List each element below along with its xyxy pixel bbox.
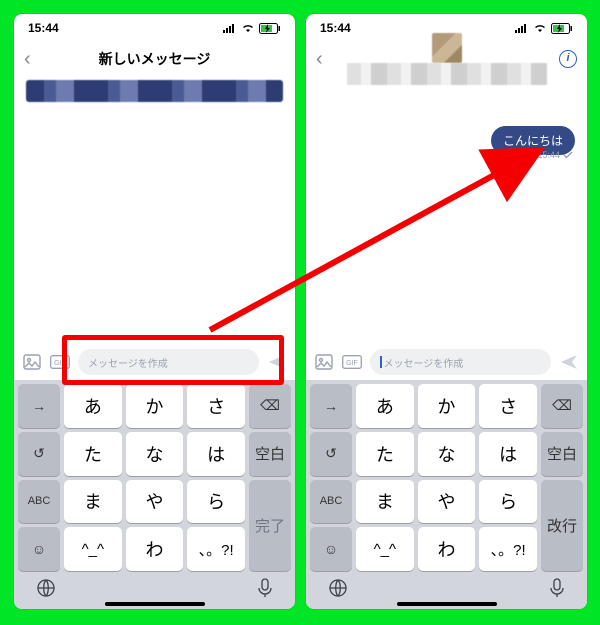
composer-row: GIF メッセージを作成: [306, 344, 587, 380]
key-kaomoji[interactable]: ^_^: [356, 527, 414, 571]
svg-text:GIF: GIF: [346, 360, 358, 367]
key-space[interactable]: 空白: [541, 432, 583, 476]
key-ha[interactable]: は: [187, 432, 245, 476]
key-a[interactable]: あ: [356, 384, 414, 428]
key-wa[interactable]: わ: [418, 527, 476, 571]
key-ra[interactable]: ら: [479, 480, 537, 524]
key-ya[interactable]: や: [418, 480, 476, 524]
key-a[interactable]: あ: [64, 384, 122, 428]
key-punct[interactable]: 、。?!: [187, 527, 245, 571]
contact-name-blur: [347, 63, 547, 85]
key-ya[interactable]: や: [126, 480, 184, 524]
image-icon[interactable]: [314, 352, 334, 372]
mic-icon[interactable]: [257, 578, 273, 603]
contact-avatar-blur: [432, 33, 462, 63]
globe-icon[interactable]: [328, 578, 348, 603]
key-ra[interactable]: ら: [187, 480, 245, 524]
image-icon[interactable]: [22, 352, 42, 372]
key-na[interactable]: な: [126, 432, 184, 476]
phone-left: 15:44 ‹ 新しいメッセージ GIF メッセージを作成 → あ: [14, 14, 295, 609]
info-button[interactable]: i: [559, 50, 577, 68]
signal-icon: [223, 23, 237, 33]
key-backspace[interactable]: ⌫: [541, 384, 583, 428]
key-kaomoji[interactable]: ^_^: [64, 527, 122, 571]
sent-message-meta: 15:44: [537, 150, 573, 160]
key-done[interactable]: 完了: [249, 480, 291, 572]
nav-title: 新しいメッセージ: [14, 49, 295, 69]
status-bar: 15:44: [14, 14, 295, 42]
key-arrow[interactable]: →: [310, 384, 352, 428]
key-abc[interactable]: ABC: [310, 480, 352, 524]
status-icons: [515, 23, 573, 34]
annotation-red-box: [62, 335, 284, 385]
battery-charging-icon: [551, 23, 573, 34]
composer-placeholder: メッセージを作成: [384, 355, 464, 370]
home-indicator[interactable]: [397, 602, 497, 606]
gif-icon[interactable]: GIF: [342, 352, 362, 372]
key-arrow[interactable]: →: [18, 384, 60, 428]
key-emoji[interactable]: ☺: [18, 527, 60, 571]
mic-icon[interactable]: [549, 578, 565, 603]
keyboard[interactable]: → あ か さ ⌫ ↺ た な は 空白 ABC ま や ら 改行 ☺ ^_^ …: [306, 380, 587, 609]
key-sa[interactable]: さ: [479, 384, 537, 428]
key-return[interactable]: 改行: [541, 480, 583, 572]
key-ka[interactable]: か: [418, 384, 476, 428]
nav-bar: ‹ 新しいメッセージ: [14, 42, 295, 76]
key-punct[interactable]: 、。?!: [479, 527, 537, 571]
key-undo[interactable]: ↺: [310, 432, 352, 476]
key-sa[interactable]: さ: [187, 384, 245, 428]
status-icons: [223, 23, 281, 34]
key-ta[interactable]: た: [64, 432, 122, 476]
keyboard[interactable]: → あ か さ ⌫ ↺ た な は 空白 ABC ま や ら 完了 ☺ ^_^ …: [14, 380, 295, 609]
wifi-icon: [241, 23, 255, 33]
home-indicator[interactable]: [105, 602, 205, 606]
nav-bar: ‹ i: [306, 42, 587, 76]
phone-right: 15:44 ‹ i こんにちは 15:44 GIF: [306, 14, 587, 609]
send-icon[interactable]: [559, 352, 579, 372]
key-na[interactable]: な: [418, 432, 476, 476]
key-ta[interactable]: た: [356, 432, 414, 476]
key-ma[interactable]: ま: [64, 480, 122, 524]
status-time: 15:44: [28, 21, 59, 35]
delivered-check-icon: [563, 151, 573, 159]
signal-icon: [515, 23, 529, 33]
key-emoji[interactable]: ☺: [310, 527, 352, 571]
chat-area: こんにちは 15:44: [306, 104, 587, 344]
chat-area: [14, 104, 295, 344]
key-ha[interactable]: は: [479, 432, 537, 476]
recipient-blur: [26, 80, 283, 102]
key-abc[interactable]: ABC: [18, 480, 60, 524]
key-wa[interactable]: わ: [126, 527, 184, 571]
key-space[interactable]: 空白: [249, 432, 291, 476]
key-ka[interactable]: か: [126, 384, 184, 428]
battery-charging-icon: [259, 23, 281, 34]
wifi-icon: [533, 23, 547, 33]
key-backspace[interactable]: ⌫: [249, 384, 291, 428]
globe-icon[interactable]: [36, 578, 56, 603]
composer-input[interactable]: メッセージを作成: [370, 349, 551, 375]
key-ma[interactable]: ま: [356, 480, 414, 524]
text-cursor: [380, 356, 382, 368]
key-undo[interactable]: ↺: [18, 432, 60, 476]
